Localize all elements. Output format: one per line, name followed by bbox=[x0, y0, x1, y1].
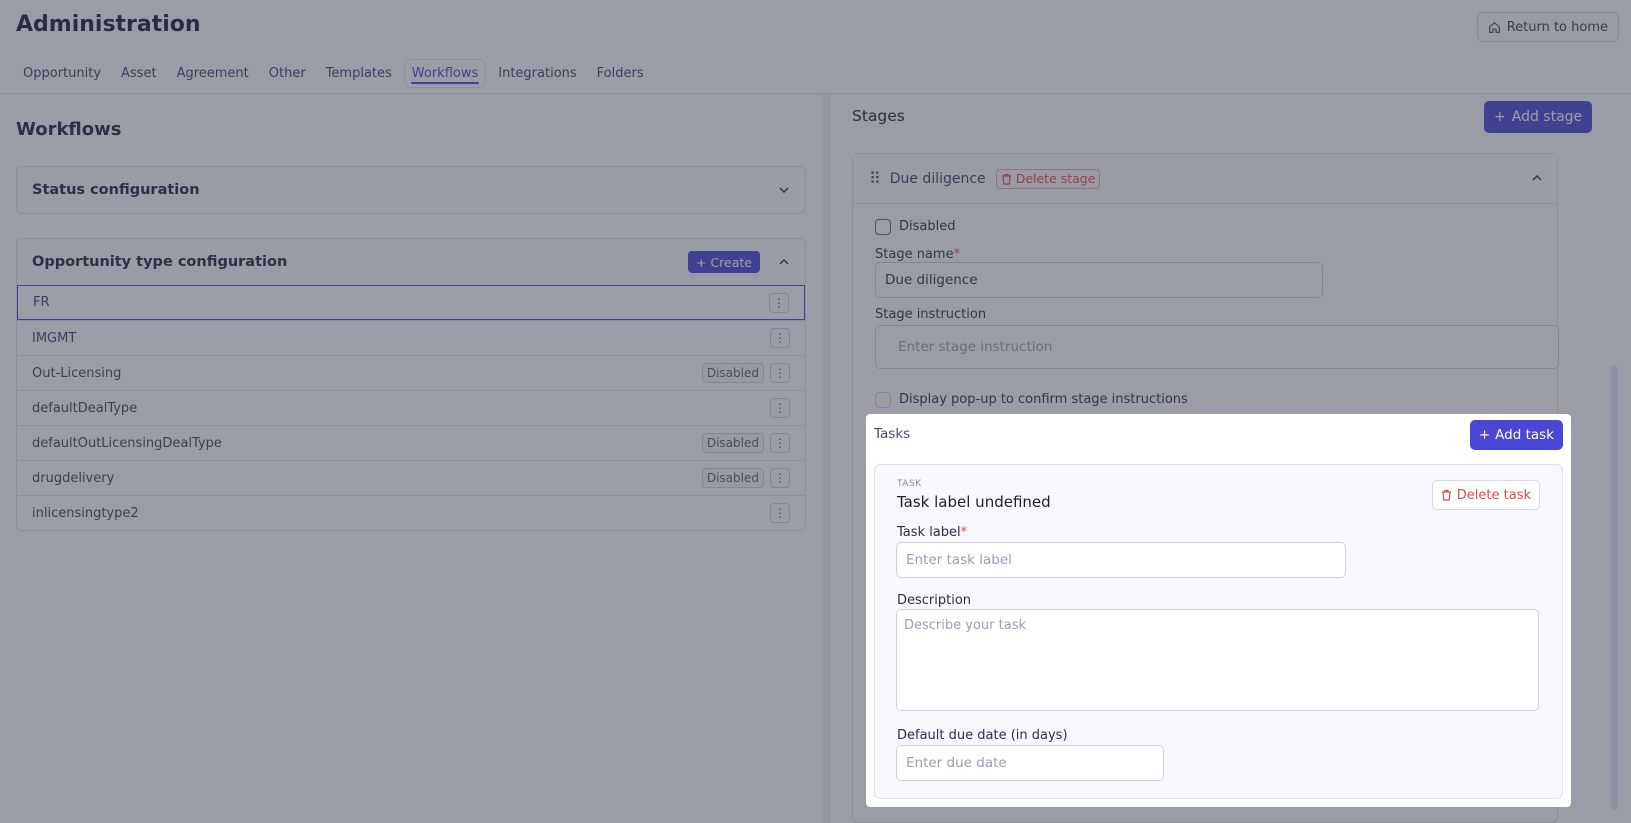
trash-icon bbox=[1441, 489, 1451, 501]
description-label: Description bbox=[897, 593, 972, 608]
add-task-label: Add task bbox=[1495, 427, 1554, 443]
plus-icon: + bbox=[1478, 427, 1491, 443]
due-date-input[interactable]: Enter due date bbox=[896, 745, 1164, 781]
tasks-panel: Tasks + Add task TASK Task label undefin… bbox=[866, 414, 1571, 807]
add-task-button[interactable]: + Add task bbox=[1469, 420, 1563, 450]
scrollbar-thumb[interactable] bbox=[1611, 365, 1618, 810]
task-label-label: Task label* bbox=[897, 525, 968, 540]
task-card: TASK Task label undefined Delete task Ta… bbox=[874, 464, 1563, 799]
delete-task-button[interactable]: Delete task bbox=[1431, 480, 1540, 510]
delete-task-label: Delete task bbox=[1456, 487, 1531, 503]
task-label-input[interactable]: Enter task label bbox=[896, 542, 1346, 578]
task-title: Task label undefined bbox=[897, 493, 1051, 511]
due-date-label: Default due date (in days) bbox=[897, 728, 1068, 743]
tasks-title: Tasks bbox=[874, 426, 911, 442]
task-kicker: TASK bbox=[897, 479, 922, 489]
description-textarea[interactable]: Describe your task bbox=[896, 609, 1539, 711]
